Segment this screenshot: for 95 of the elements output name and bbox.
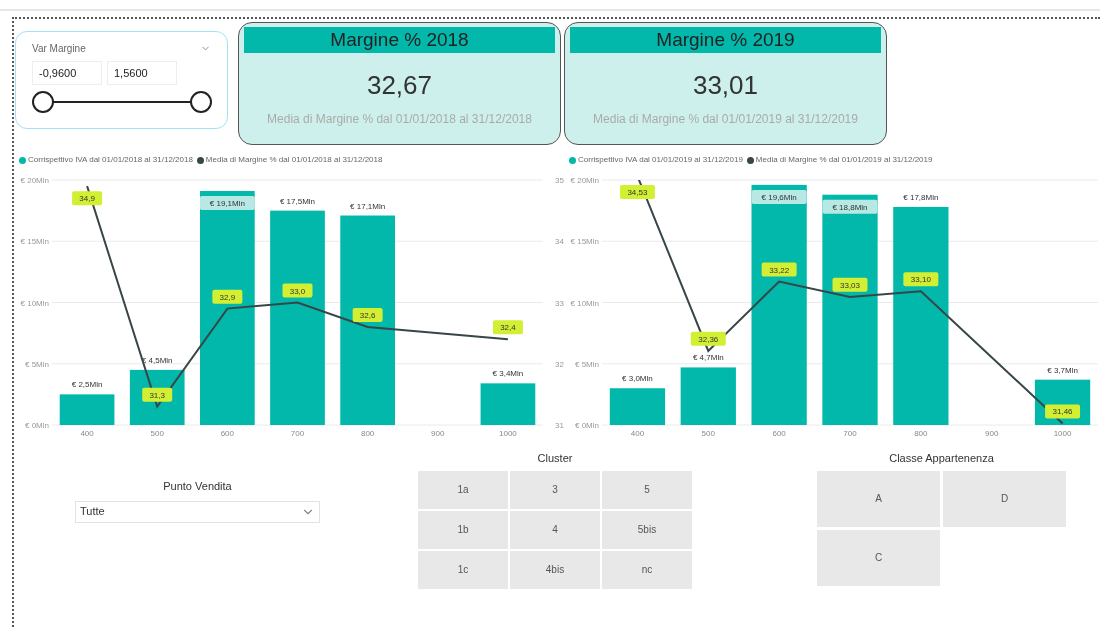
axis-label: 700 (843, 429, 857, 438)
data-label: 33,10 (910, 275, 932, 285)
data-label: 33,10 (903, 272, 939, 287)
axis-label: 900 (985, 429, 999, 438)
data-label: € 19,1Mln (209, 199, 245, 209)
data-label: 32,36 (690, 331, 726, 346)
slider-thumb[interactable] (190, 91, 212, 113)
axis-label: € 20Mln (570, 176, 599, 185)
slicer-tile[interactable]: 4bis (510, 550, 600, 589)
slicer-title: Cluster (537, 451, 573, 466)
data-label: € 19,1Mln (199, 196, 255, 211)
data-label: 32,6 (359, 311, 376, 320)
slicer-tile[interactable]: A (817, 470, 940, 527)
legend-label: Corrispettivo IVA dal 01/01/2018 al 31/12/2018 (28, 154, 193, 166)
slicer-tile[interactable]: 5bis (602, 510, 692, 549)
bar (59, 394, 115, 425)
kpi-value: 33,01 (692, 70, 759, 100)
card-title: Margine % 2018 (244, 27, 555, 53)
axis-label: 500 (150, 429, 164, 438)
axis-label: 35 (555, 176, 564, 185)
kpi-value: 32,67 (366, 70, 433, 100)
slicer-tile[interactable]: 3 (510, 470, 600, 509)
data-label: € 17,8Mln (903, 192, 939, 202)
axis-label: 33 (555, 298, 564, 308)
data-label: € 3,7Mln (1047, 365, 1078, 375)
data-label: 33,22 (769, 265, 790, 275)
data-label: 33,0 (289, 286, 306, 296)
axis-label: 500 (701, 429, 715, 438)
axis-label: € 5Mln (25, 359, 49, 369)
data-label: € 18,8Mln (832, 202, 868, 212)
data-label: 33,03 (839, 280, 861, 290)
data-label: 34,9 (79, 194, 96, 204)
kpi-caption: Media di Margine % dal 01/01/2018 al 31/12/2018 (267, 111, 532, 128)
data-label: 32,4 (500, 323, 517, 333)
data-label: € 17,1Mln (350, 201, 386, 211)
axis-label: 1000 (1053, 429, 1072, 438)
slicer-tile[interactable]: C (817, 529, 940, 586)
legend-label: Media di Margine % dal 01/01/2019 al 31/12/2019 (755, 154, 933, 166)
axis-label: € 5Mln (575, 359, 599, 369)
data-label: € 19,6Mln (761, 192, 797, 202)
data-label: € 2,5Mln (71, 380, 103, 390)
data-label: 32,4 (492, 320, 523, 335)
slicer-title: Punto Vendita (163, 479, 232, 494)
axis-label: 800 (360, 429, 375, 438)
data-label: 31,46 (1045, 404, 1081, 419)
legend-label: Corrispettivo IVA dal 01/01/2019 al 31/12/2019 (578, 154, 743, 166)
kpi-caption: Media di Margine % dal 01/01/2019 al 31/12/2019 (593, 111, 858, 128)
data-label: € 17,5Mln (279, 196, 316, 206)
bar (609, 388, 666, 425)
dropdown[interactable]: Tutte (75, 500, 320, 523)
data-label: 32,6 (352, 308, 383, 322)
axis-label: 700 (290, 429, 305, 438)
slicer-tile[interactable]: 1b (418, 510, 508, 549)
axis-label: € 15Mln (20, 237, 49, 247)
data-label: 31,46 (1052, 407, 1074, 417)
axis-label: 600 (772, 429, 786, 438)
axis-label: € 15Mln (570, 237, 599, 247)
slicer-tile[interactable]: 5 (602, 470, 692, 509)
slicer-tile[interactable]: 4 (510, 510, 600, 549)
data-label: 34,53 (619, 185, 655, 199)
slicer-title: Classe Appartenenza (889, 451, 994, 466)
slicer-tile[interactable]: D (943, 470, 1066, 527)
bar (680, 367, 736, 425)
data-label: € 4,7Mln (692, 353, 724, 363)
axis-label: 1000 (499, 429, 517, 438)
slicer-tile[interactable]: 1c (418, 550, 508, 589)
axis-label: 34 (555, 237, 564, 247)
slider-thumb[interactable] (32, 91, 54, 113)
axis-label: € 10Mln (20, 298, 49, 308)
axis-label: 800 (914, 429, 928, 438)
bar (480, 383, 536, 425)
axis-label: € 20Mln (20, 176, 49, 185)
axis-label: 400 (630, 429, 645, 438)
legend-label: Media di Margine % dal 01/01/2018 al 31/12/2018 (205, 154, 383, 166)
data-label: 34,53 (627, 188, 648, 197)
data-label: 32,9 (219, 292, 236, 302)
axis-label: € 0Mln (25, 421, 49, 430)
data-label: 31,3 (149, 390, 166, 400)
axis-label: € 10Mln (570, 298, 599, 308)
card-title: Margine % 2019 (570, 27, 881, 53)
slicer-title: Var Margine (32, 42, 86, 56)
axis-label: 32 (555, 359, 564, 369)
data-label: 34,9 (72, 191, 103, 206)
axis-label: 400 (80, 429, 94, 438)
axis-label: 900 (431, 429, 445, 438)
axis-label: 31 (555, 421, 564, 430)
data-label: € 3,0Mln (622, 374, 653, 384)
data-label: 32,36 (698, 334, 719, 344)
axis-label: € 0Mln (575, 421, 599, 430)
min-value-field[interactable]: -0,9600 (32, 61, 102, 85)
slicer-tile[interactable]: 1a (418, 470, 508, 509)
axis-label: 600 (220, 429, 235, 438)
slicer-tile[interactable]: nc (602, 550, 692, 589)
max-value-field[interactable]: 1,5600 (107, 61, 177, 85)
data-label: € 3,4Mln (492, 369, 524, 379)
